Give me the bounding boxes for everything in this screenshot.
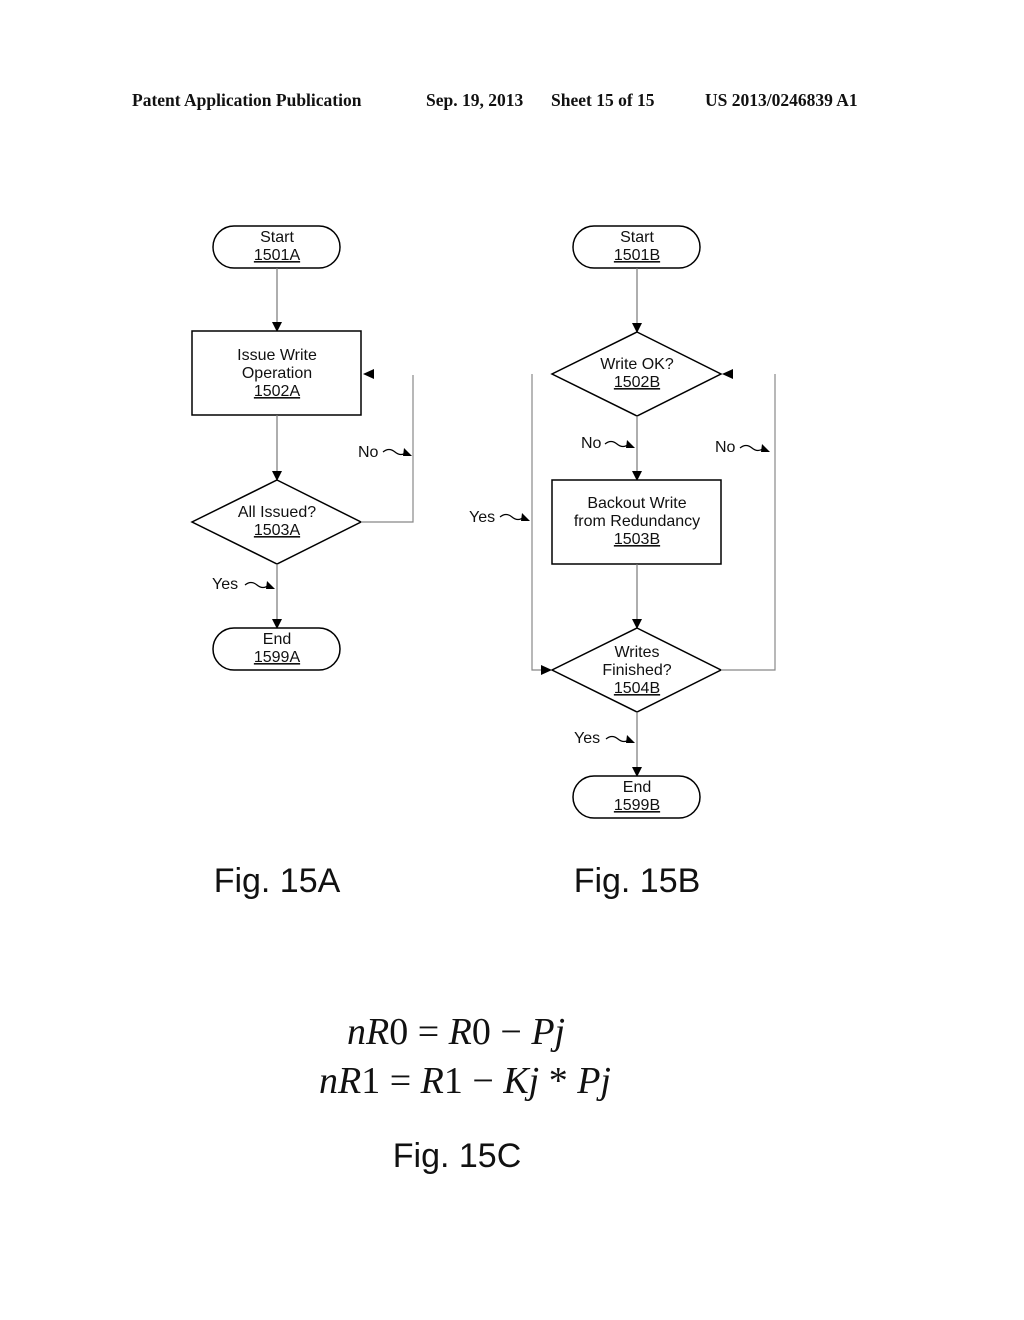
start-node-1501a: Start 1501A (212, 225, 341, 269)
loop-arrowhead-icon (363, 369, 374, 379)
end-node-1599b: End 1599B (572, 775, 701, 819)
leader-arrowhead-icon (403, 448, 412, 456)
flowchart-canvas: Start 1501A Issue Write Operation 1502A … (190, 225, 776, 1175)
decision-node-1503a: All Issued? 1503A (190, 479, 363, 565)
eq2-lhs-r: R (338, 1060, 362, 1102)
decision-label: Write OK? (600, 356, 674, 373)
process-label-line2: Operation (242, 365, 312, 382)
process-ref: 1503B (614, 531, 660, 548)
process-label-line1: Issue Write (237, 347, 317, 364)
eq1-lhs-r: R (366, 1011, 390, 1053)
yes-bypass-line (531, 374, 542, 671)
eq2-equals: = (380, 1060, 421, 1102)
eq1-n: n (347, 1011, 366, 1053)
equation-2: nR1 = R1 − Kj * Pj (319, 1059, 611, 1103)
eq1-lhs-index: 0 (389, 1011, 409, 1053)
leader-arrowhead-icon (266, 581, 275, 589)
decision-label-line1: Writes (614, 644, 659, 661)
eq2-kj: Kj (503, 1060, 540, 1102)
decision-label-line2: Finished? (602, 662, 671, 679)
eq2-n: n (319, 1060, 338, 1102)
process-label-line1: Backout Write (587, 495, 686, 512)
start-node-1501b: Start 1501B (572, 225, 701, 269)
eq1-minus: − (490, 1011, 532, 1053)
end-node-1599a: End 1599A (212, 627, 341, 671)
leader-squiggle-icon (499, 513, 525, 521)
decision-ref: 1503A (254, 522, 301, 539)
decision-ref: 1504B (614, 680, 660, 697)
end-ref: 1599A (254, 649, 301, 666)
eq2-times: * (539, 1060, 578, 1102)
yes-label: Yes (469, 509, 495, 526)
loop-arrowhead-icon (722, 369, 733, 379)
eq2-lhs-index: 1 (361, 1060, 381, 1102)
no-label: No (358, 444, 379, 461)
decision-node-1502b: Write OK? 1502B (550, 331, 723, 417)
process-label-line2: from Redundancy (574, 513, 700, 530)
figure-label-15b: Fig. 15B (574, 862, 701, 900)
end-ref: 1599B (614, 797, 660, 814)
equation-1: nR0 = R0 − Pj (347, 1010, 565, 1054)
fig-15b: Start 1501B Write OK? 1502B No Backout W… (469, 225, 776, 900)
figure-label-15a: Fig. 15A (214, 862, 341, 900)
no-label: No (715, 439, 736, 456)
start-ref: 1501A (254, 247, 301, 264)
decision-ref: 1502B (614, 374, 660, 391)
leader-arrowhead-icon (761, 444, 770, 452)
leader-arrowhead-icon (626, 735, 635, 743)
leader-arrowhead-icon (521, 513, 530, 521)
eq2-pj: Pj (577, 1060, 611, 1102)
decision-label: All Issued? (238, 504, 316, 521)
eq2-minus: − (462, 1060, 504, 1102)
eq1-rhs-index: 0 (471, 1011, 491, 1053)
figure-label-15c: Fig. 15C (393, 1137, 522, 1175)
leader-squiggle-icon (604, 440, 630, 448)
eq1-rhs-r: R (448, 1011, 472, 1053)
leader-arrowhead-icon (626, 440, 635, 448)
eq2-rhs-index: 1 (443, 1060, 463, 1102)
end-label: End (263, 631, 291, 648)
process-node-1502a: Issue Write Operation 1502A (191, 330, 362, 416)
leader-squiggle-icon (739, 444, 765, 452)
start-label: Start (260, 229, 294, 246)
start-ref: 1501B (614, 247, 660, 264)
eq1-equals: = (408, 1011, 449, 1053)
fig-15a: Start 1501A Issue Write Operation 1502A … (190, 225, 414, 900)
start-label: Start (620, 229, 654, 246)
leader-squiggle-icon (244, 581, 270, 589)
yes-label: Yes (212, 576, 238, 593)
process-node-1503b: Backout Write from Redundancy 1503B (551, 479, 722, 565)
decision-node-1504b: Writes Finished? 1504B (550, 627, 723, 713)
no-label: No (581, 435, 602, 452)
bypass-arrowhead-icon (541, 665, 552, 675)
eq1-pj: Pj (531, 1011, 566, 1053)
end-label: End (623, 779, 651, 796)
process-ref: 1502A (254, 383, 301, 400)
yes-label: Yes (574, 730, 600, 747)
no-loop-line (721, 374, 776, 671)
eq2-rhs-r: R (420, 1060, 444, 1102)
